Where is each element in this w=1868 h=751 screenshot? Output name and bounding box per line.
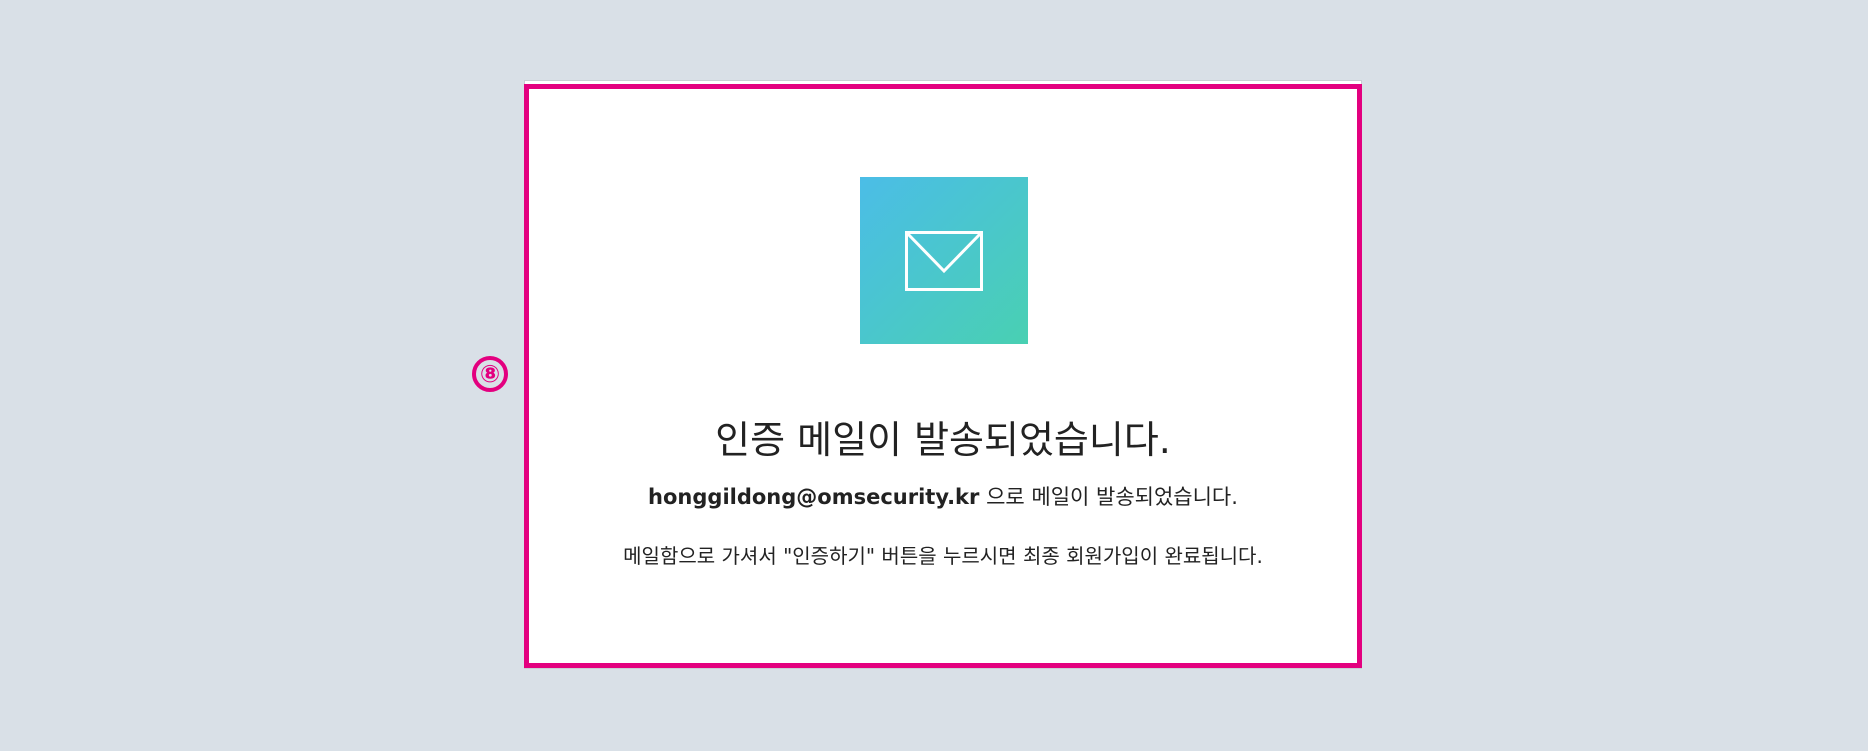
verification-card [524,80,1362,669]
email-sent-message: honggildong@omsecurity.kr 으로 메일이 발송되었습니다… [524,482,1362,512]
mail-icon-tile [860,177,1028,344]
email-sent-suffix: 으로 메일이 발송되었습니다. [979,485,1238,509]
envelope-icon [905,231,983,291]
email-address: honggildong@omsecurity.kr [648,485,980,509]
instruction-text: 메일함으로 가셔서 "인증하기" 버튼을 누르시면 최종 회원가입이 완료됩니다… [623,544,1263,568]
page-title: 인증 메일이 발송되었습니다. [715,418,1171,462]
step-marker: ⑧ [472,356,508,392]
